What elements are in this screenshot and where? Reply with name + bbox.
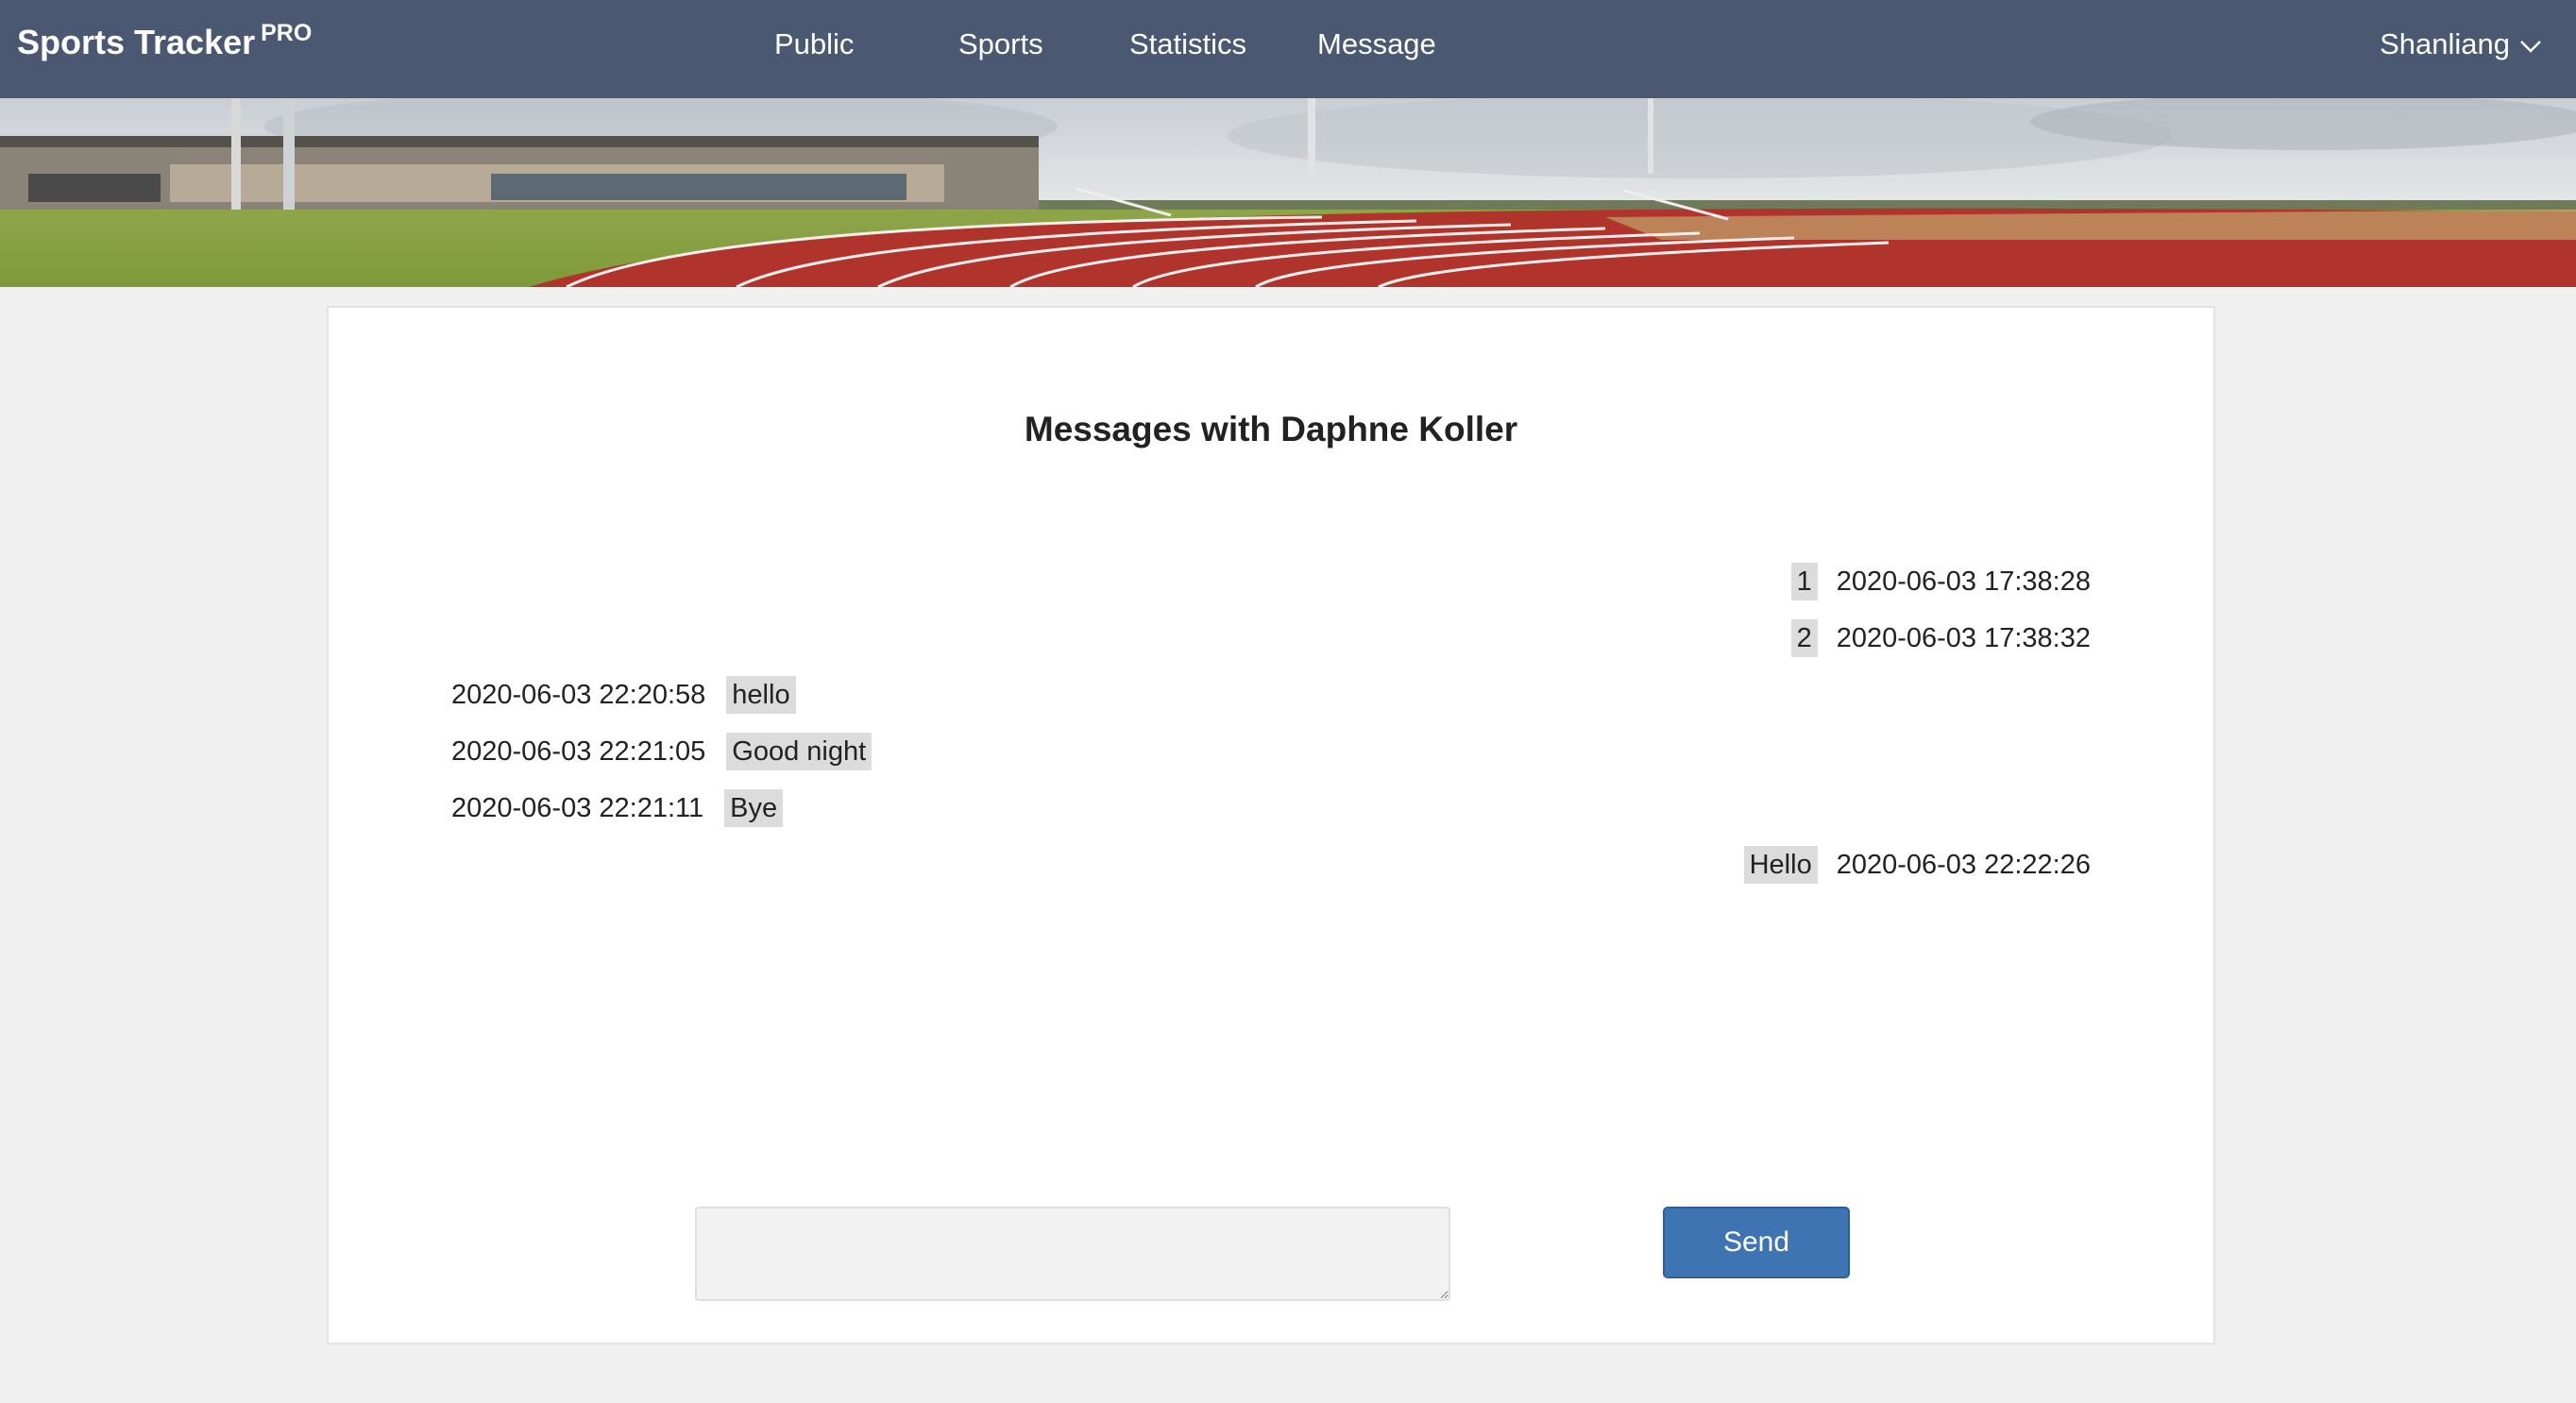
nav-message[interactable]: Message: [1317, 27, 1436, 61]
message-bubble: Bye: [724, 789, 784, 827]
message-timestamp: 2020-06-03 22:20:58: [451, 680, 706, 710]
message-bubble: 2: [1790, 619, 1818, 657]
message-row: 2 2020-06-03 17:38:32: [1790, 619, 2091, 657]
message-row: 2020-06-03 22:21:05 Good night: [451, 733, 873, 770]
user-menu[interactable]: Shanliang: [2380, 27, 2542, 61]
message-timestamp: 2020-06-03 17:38:32: [1836, 623, 2091, 653]
brand-logo[interactable]: Sports Tracker PRO: [17, 20, 313, 62]
message-row: 2020-06-03 22:20:58 hello: [451, 676, 796, 714]
message-row: 2020-06-03 22:21:11 Bye: [451, 789, 784, 827]
nav-sports[interactable]: Sports: [958, 27, 1043, 61]
brand-badge: PRO: [261, 20, 313, 46]
message-bubble: Hello: [1743, 846, 1818, 884]
running-track-banner-image: [0, 98, 2576, 287]
brand-name: Sports Tracker: [17, 23, 256, 61]
message-bubble: 1: [1790, 563, 1818, 600]
message-timestamp: 2020-06-03 22:21:11: [451, 793, 704, 823]
message-row: Hello 2020-06-03 22:22:26: [1743, 846, 2091, 884]
message-timestamp: 2020-06-03 17:38:28: [1836, 566, 2091, 597]
message-card: Messages with Daphne Koller 1 2020-06-03…: [327, 306, 2215, 1344]
user-name: Shanliang: [2380, 27, 2510, 60]
message-timestamp: 2020-06-03 22:21:05: [451, 736, 706, 767]
page-title: Messages with Daphne Koller: [1024, 410, 1518, 448]
message-bubble: Good night: [726, 733, 873, 770]
send-button[interactable]: Send: [1663, 1207, 1850, 1278]
message-timestamp: 2020-06-03 22:22:26: [1836, 850, 2091, 880]
chevron-down-icon: [2519, 27, 2542, 61]
message-row: 1 2020-06-03 17:38:28: [1790, 563, 2091, 600]
nav-public[interactable]: Public: [774, 27, 854, 61]
message-bubble: hello: [726, 676, 796, 714]
nav-statistics[interactable]: Statistics: [1129, 27, 1246, 61]
message-input[interactable]: [695, 1207, 1450, 1301]
top-navbar: Sports Tracker PRO Public Sports Statisti…: [0, 0, 2576, 98]
